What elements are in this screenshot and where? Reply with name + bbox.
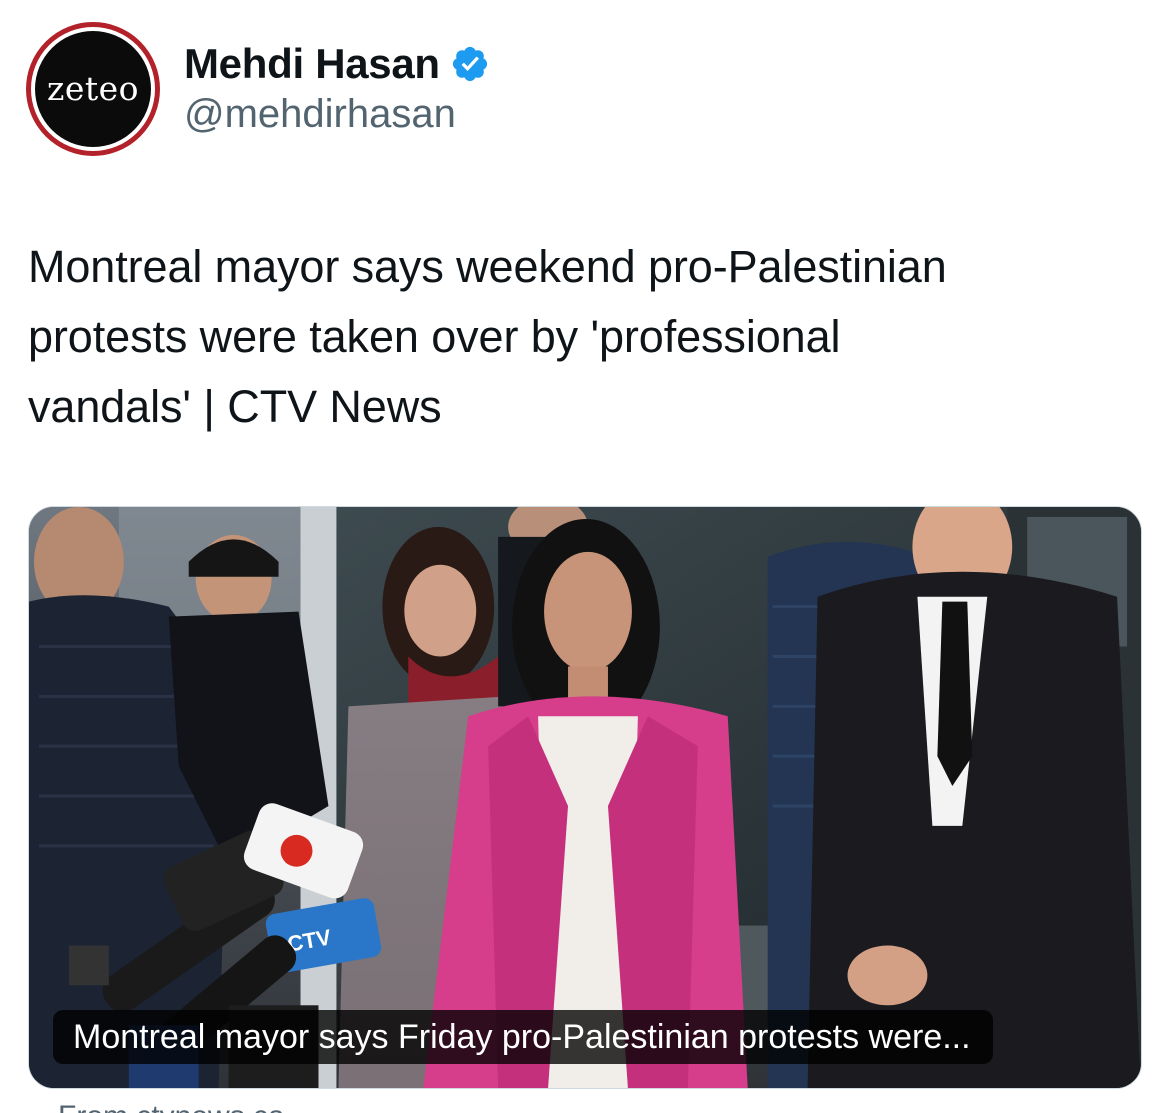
author-display-name[interactable]: Mehdi Hasan <box>184 40 440 88</box>
author-name-row: Mehdi Hasan <box>184 36 490 92</box>
author-handle[interactable]: @mehdirhasan <box>184 92 456 137</box>
link-card-title: Montreal mayor says Friday pro-Palestini… <box>53 1010 993 1064</box>
verified-badge-icon <box>452 46 487 82</box>
press-conference-photo: CTV <box>29 507 1141 1088</box>
tweet-text-line: vandals' | CTV News <box>28 381 442 432</box>
tweet-text-line: Montreal mayor says weekend pro-Palestin… <box>28 241 947 292</box>
link-preview-card[interactable]: CTV Montreal mayor says Friday pro-Pales… <box>28 506 1142 1089</box>
tweet-text: Montreal mayor says weekend pro-Palestin… <box>28 232 1138 442</box>
tweet-text-line: protests were taken over by 'professiona… <box>28 311 841 362</box>
link-source-domain[interactable]: From ctvnews.ca <box>58 1100 285 1113</box>
avatar-logo-text: zeteo <box>46 68 140 108</box>
tweet: zeteo Mehdi Hasan @mehdirhasan Montreal … <box>0 0 1170 1113</box>
author-avatar[interactable]: zeteo <box>26 22 160 156</box>
zeteo-logo: zeteo <box>35 31 151 147</box>
